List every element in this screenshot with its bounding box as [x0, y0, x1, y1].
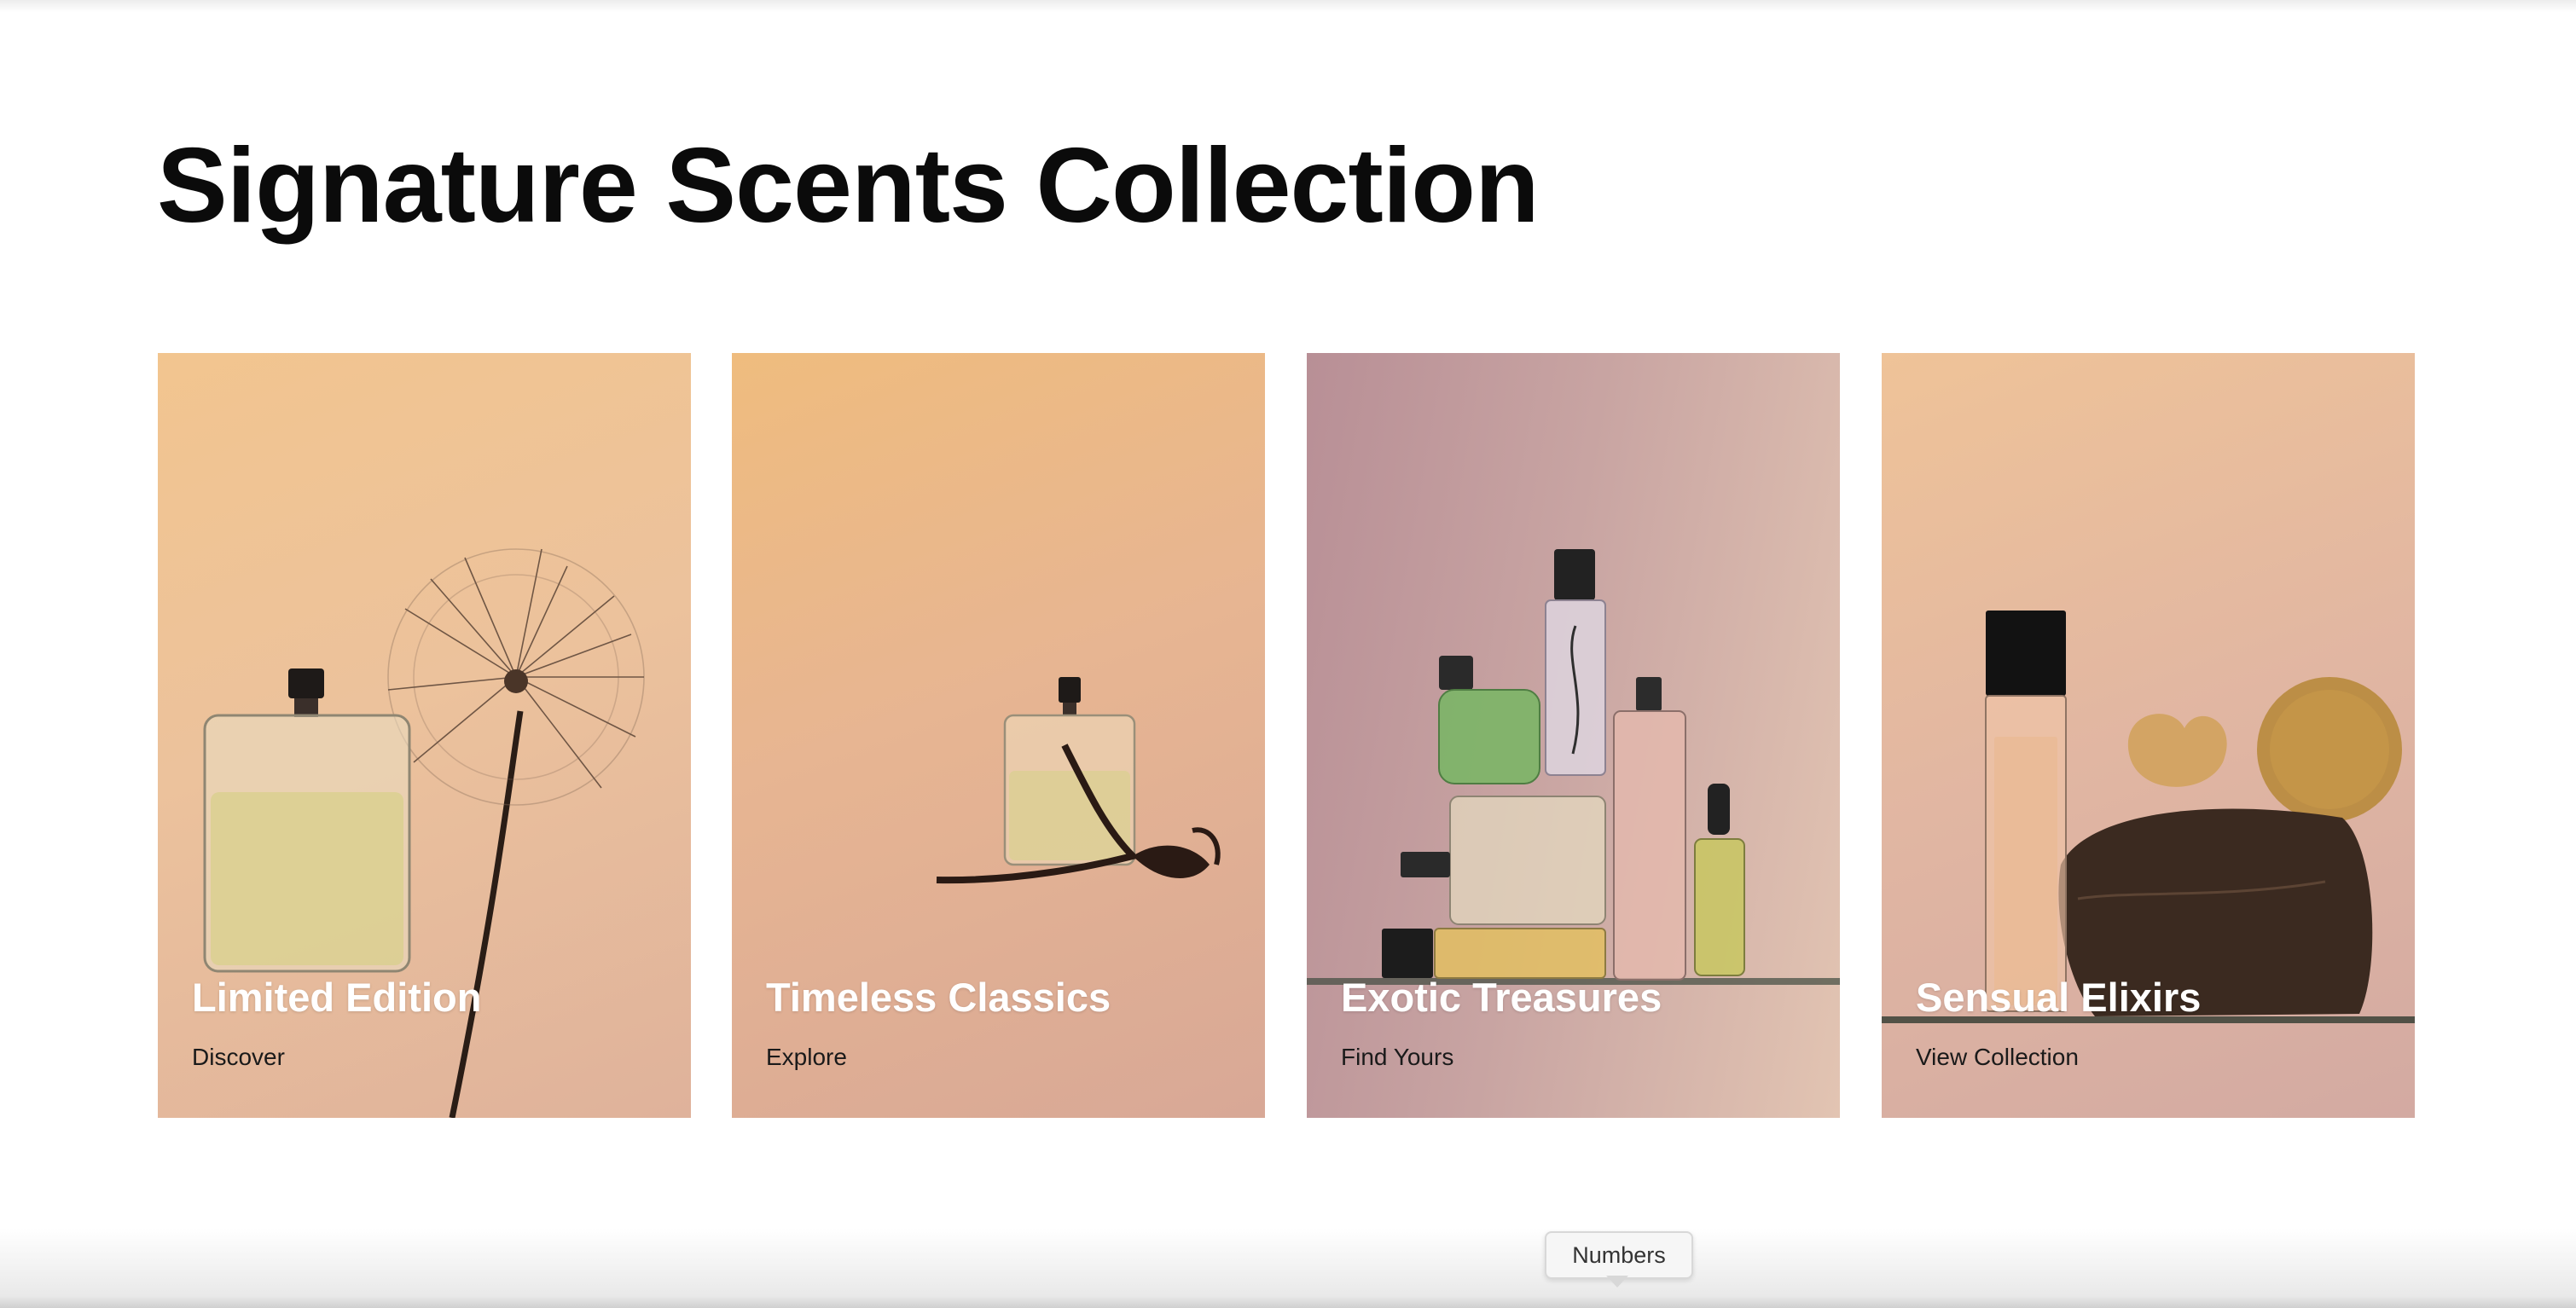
collection-cards: Limited Edition Discover Timeless Classi… — [158, 353, 2415, 1118]
card-exotic-treasures[interactable]: Exotic Treasures Find Yours — [1307, 353, 1840, 1118]
section-title: Signature Scents Collection — [157, 127, 1540, 245]
find-yours-link[interactable]: Find Yours — [1341, 1044, 1453, 1071]
card-title: Sensual Elixirs — [1916, 975, 2202, 1020]
bottom-fade — [0, 1228, 2576, 1308]
card-title: Timeless Classics — [766, 975, 1111, 1020]
numbers-tooltip: Numbers — [1545, 1231, 1693, 1279]
discover-link[interactable]: Discover — [192, 1044, 285, 1071]
tooltip-arrow — [1606, 1276, 1628, 1288]
card-sensual-elixirs[interactable]: Sensual Elixirs View Collection — [1882, 353, 2415, 1118]
card-title: Limited Edition — [192, 975, 482, 1020]
explore-link[interactable]: Explore — [766, 1044, 847, 1071]
view-collection-link[interactable]: View Collection — [1916, 1044, 2079, 1071]
top-shadow — [0, 0, 2576, 12]
card-timeless-classics[interactable]: Timeless Classics Explore — [732, 353, 1265, 1118]
card-limited-edition[interactable]: Limited Edition Discover — [158, 353, 691, 1118]
card-title: Exotic Treasures — [1341, 975, 1662, 1020]
